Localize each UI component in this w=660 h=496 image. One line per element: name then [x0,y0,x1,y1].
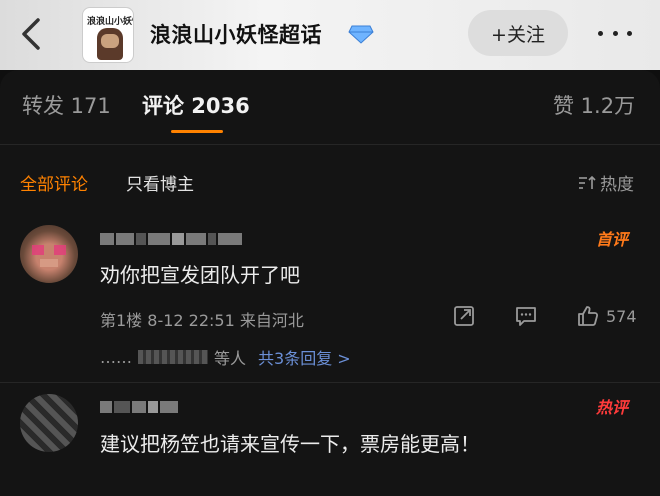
follow-button[interactable]: +关注 [468,10,568,56]
tab-bar: 转发 171 评论 2036 赞 1.2万 [0,90,660,130]
more-options-icon[interactable] [598,27,632,39]
comment-filters: 全部评论 只看博主 热度 [0,170,660,198]
replies-mid: 等人 [214,349,247,368]
sort-icon [579,175,596,189]
diamond-icon [348,25,374,44]
filter-all-comments[interactable]: 全部评论 [20,170,88,195]
reply-users-blurred [138,350,208,364]
comment-text[interactable]: 劝你把宣发团队开了吧 [100,259,300,288]
like-count: 574 [606,306,637,326]
back-arrow-icon[interactable] [18,14,48,54]
view-replies-link[interactable]: 共3条回复 > [258,345,351,369]
thumbs-up-icon[interactable] [576,304,600,328]
tab-likes[interactable]: 赞 1.2万 [553,90,635,120]
tab-reposts[interactable]: 转发 171 [22,90,111,120]
active-tab-indicator [171,130,223,133]
commenter-avatar[interactable] [20,225,78,283]
filter-blogger-only[interactable]: 只看博主 [126,170,194,195]
commenter-avatar[interactable] [20,394,78,452]
comment-text[interactable]: 建议把杨笠也请来宣传一下，票房能更高！ [100,428,480,457]
commenter-name-blurred[interactable] [100,396,280,413]
avatar-text: 浪浪山小妖怪 [87,17,133,27]
comment-meta: 第1楼 8-12 22:51 来自河北 [100,311,304,330]
tab-comments[interactable]: 评论 2036 [142,90,250,120]
topic-avatar[interactable]: 浪浪山小妖怪 [82,7,134,63]
replies-summary[interactable]: …… 等人 共3条回复 > [100,345,351,369]
comments-panel: 转发 171 评论 2036 赞 1.2万 全部评论 只看博主 热度 首评 劝你… [0,70,660,496]
follow-label: +关注 [491,23,545,46]
reply-comment-icon[interactable] [514,304,538,328]
avatar-blur-icon [32,245,66,267]
page-title[interactable]: 浪浪山小妖怪超话 [150,19,322,49]
comment-separator [0,382,660,383]
hot-comment-badge: 热评 [596,398,629,417]
mascot-face [101,34,119,48]
replies-prefix: …… [100,347,132,367]
sort-label: 热度 [600,175,634,195]
sort-button[interactable]: 热度 [578,170,634,195]
topic-header: 浪浪山小妖怪 浪浪山小妖怪超话 +关注 [0,0,660,70]
commenter-name-blurred[interactable] [100,228,280,245]
comment-actions: 574 [452,304,637,328]
first-comment-badge: 首评 [596,230,629,249]
share-icon[interactable] [452,304,476,328]
tab-divider [0,144,660,145]
